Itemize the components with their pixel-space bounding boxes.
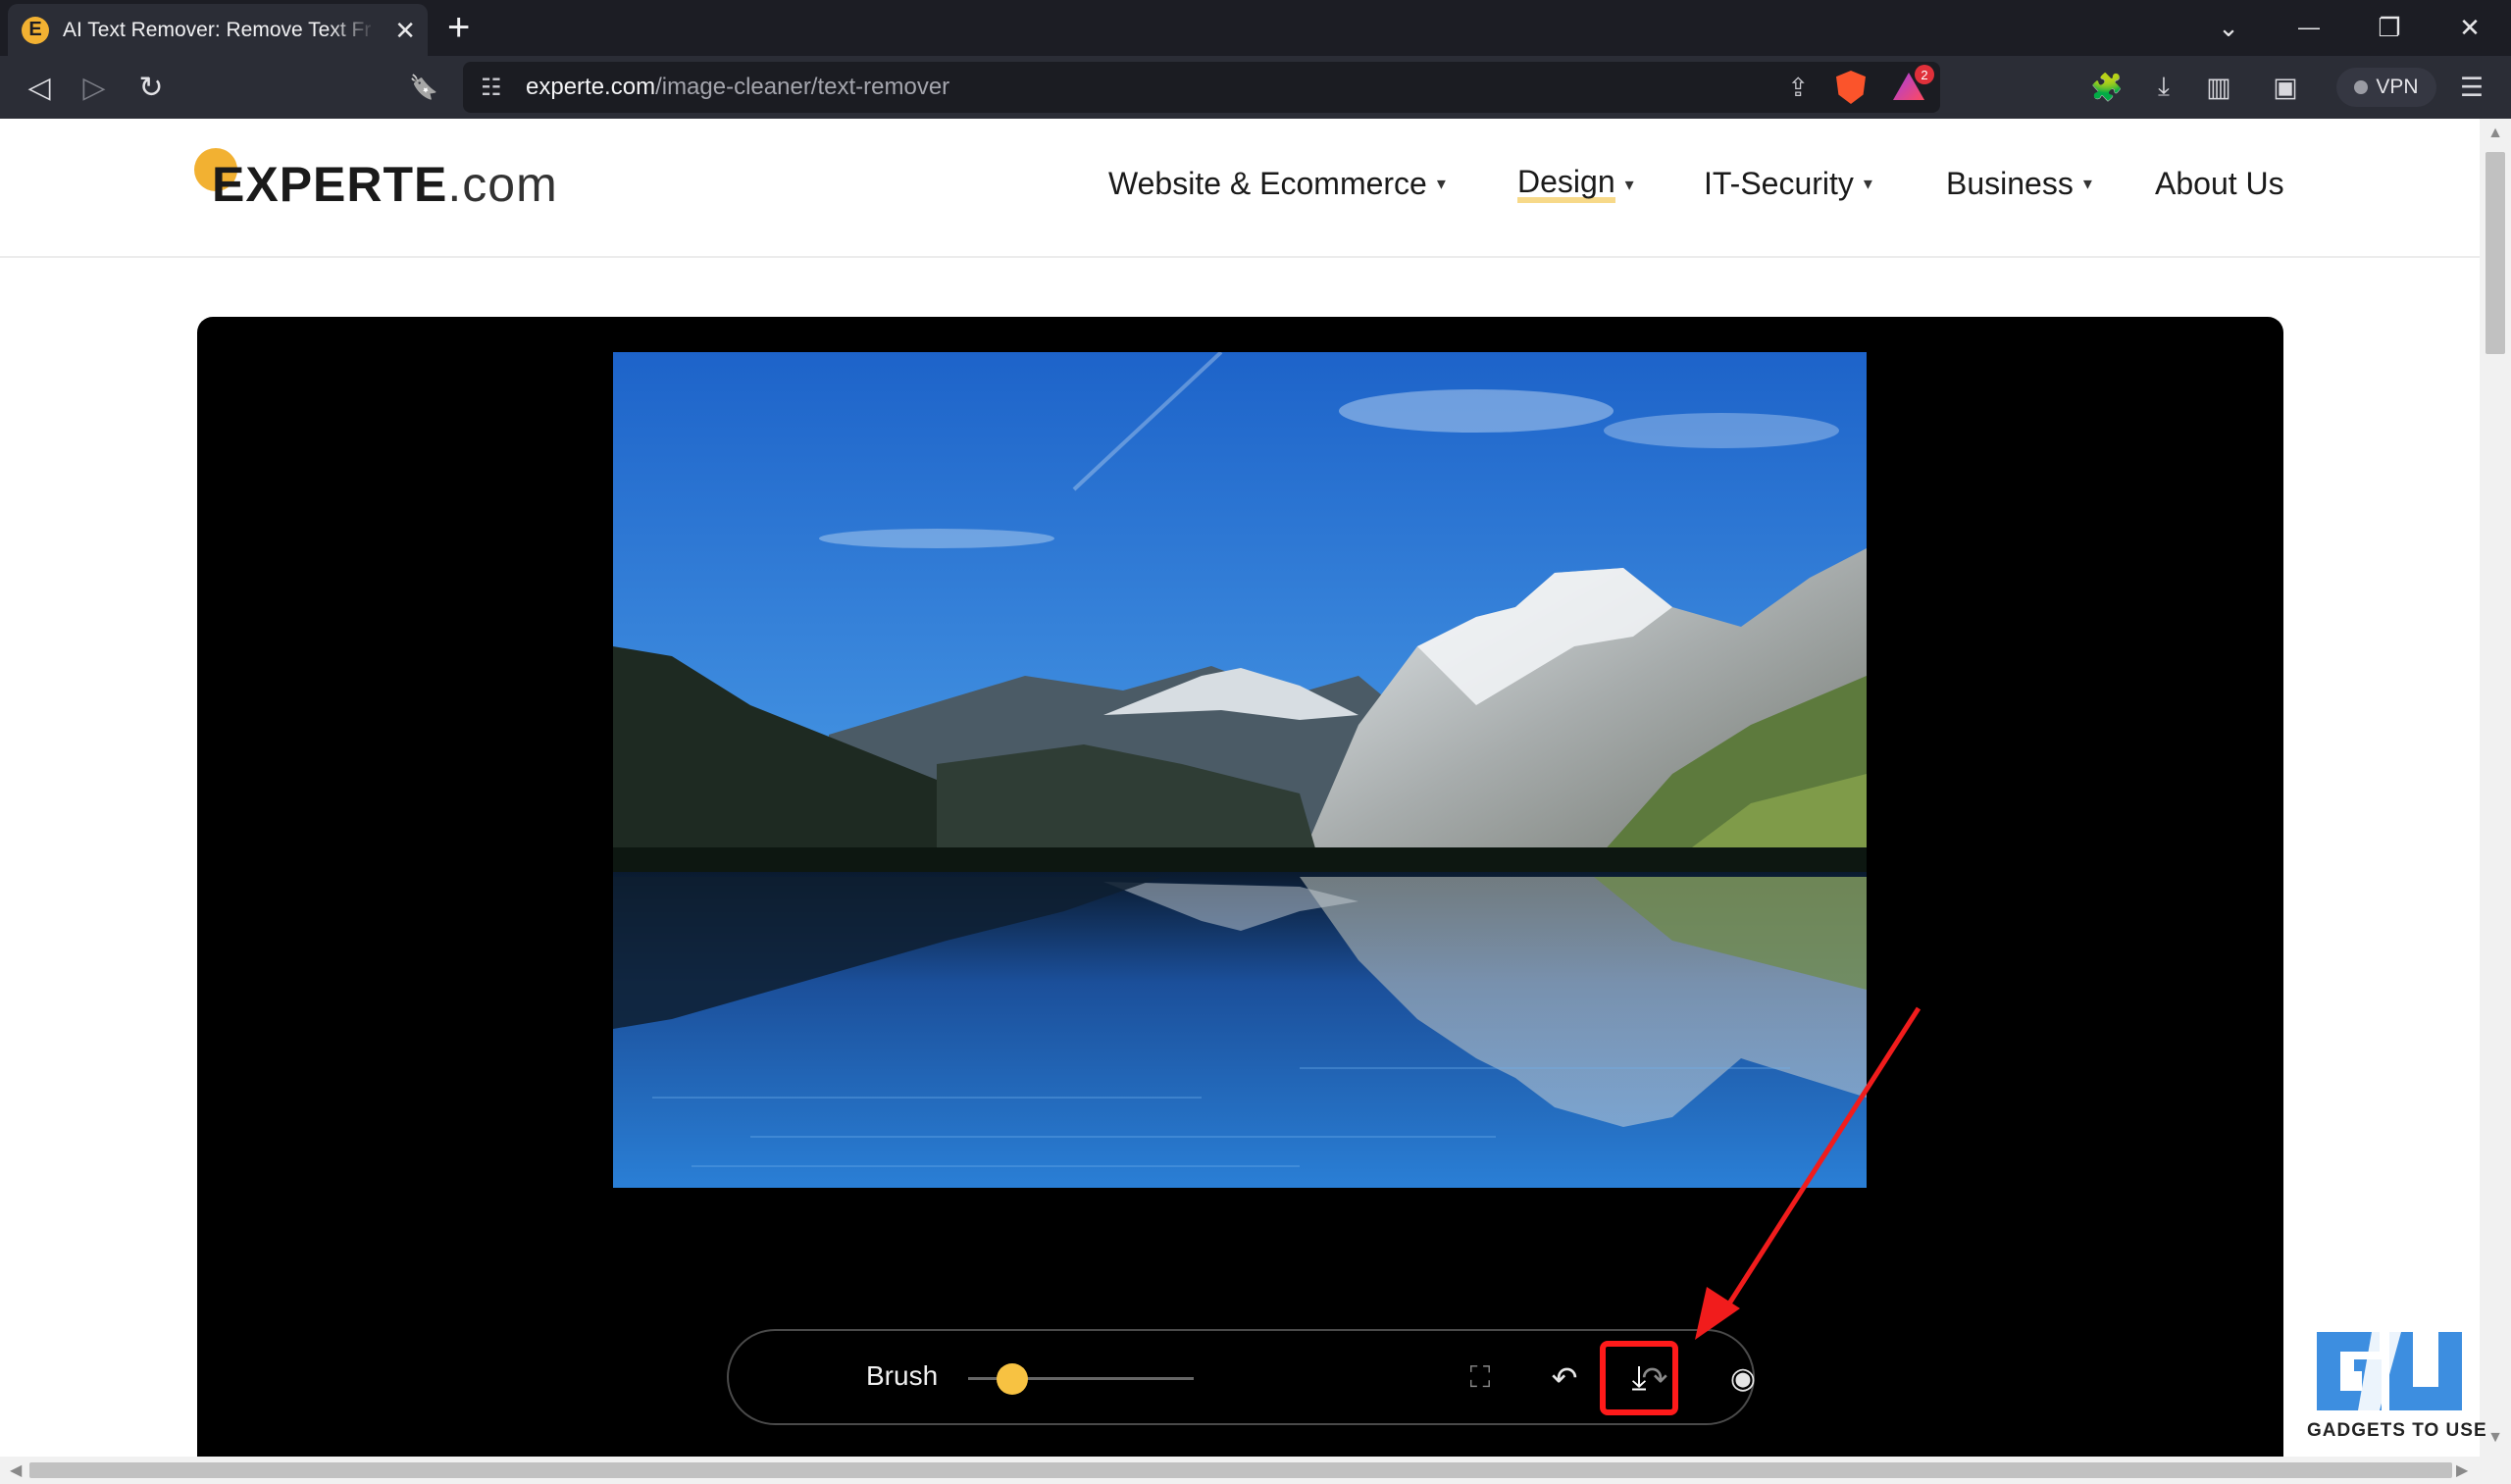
site-header: EXPERTE.com Website & Ecommerce ▾ Design ▾…	[0, 119, 2480, 258]
minimize-button[interactable]: —	[2289, 8, 2329, 47]
vertical-scrollbar[interactable]: ▲ ▼	[2480, 119, 2511, 1484]
nav-label: Website & Ecommerce	[1108, 166, 1427, 201]
horizontal-scrollbar[interactable]: ◀ ▶	[0, 1457, 2480, 1484]
undo-button[interactable]: ↶	[1543, 1356, 1586, 1400]
nav-website-ecommerce[interactable]: Website & Ecommerce ▾	[1108, 166, 1446, 202]
download-icon: ⤓	[1631, 1358, 1647, 1397]
url-text[interactable]: experte.com/image-cleaner/text-remover	[526, 74, 949, 101]
forward-button[interactable]: ▷	[75, 68, 114, 107]
url-host: experte.com	[526, 74, 656, 100]
chevron-down-icon: ▾	[1863, 174, 1872, 193]
scroll-right-icon[interactable]: ▶	[2456, 1460, 2468, 1480]
brush-label: Brush	[866, 1360, 939, 1391]
nav-label: About Us	[2155, 166, 2284, 201]
nav-label: Business	[1946, 166, 2074, 201]
tab-favicon-icon: E	[22, 16, 49, 44]
tab-close-icon[interactable]: ✕	[394, 18, 416, 43]
sidebar-icon[interactable]: ▥	[2199, 68, 2238, 107]
wallet-icon[interactable]: ▣	[2266, 68, 2305, 107]
address-bar-actions: ⇪ 2	[1787, 62, 1934, 113]
rewards-badge: 2	[1915, 65, 1934, 84]
web-page: EXPERTE.com Website & Ecommerce ▾ Design ▾…	[0, 119, 2480, 1457]
back-button[interactable]: ◁	[20, 68, 59, 107]
logo-main: EXPERTE	[212, 157, 448, 212]
vpn-status-icon	[2354, 80, 2369, 94]
download-button[interactable]: ⤓	[1600, 1341, 1678, 1415]
chevron-down-icon: ▾	[1436, 174, 1446, 193]
tab-title: AI Text Remover: Remove Text Fr	[63, 18, 372, 41]
browser-toolbar: ◁ ▷ ↻ 🔖 ☷ experte.com/image-cleaner/text…	[0, 56, 2511, 119]
restore-button[interactable]: ❐	[2370, 8, 2409, 47]
logo-text: EXPERTE.com	[212, 156, 558, 213]
browser-tab-active[interactable]: E AI Text Remover: Remove Text Fr ✕	[8, 4, 428, 56]
watermark: GADGETS TO USE	[2307, 1326, 2487, 1442]
fullscreen-icon[interactable]: ⛶	[1459, 1356, 1502, 1400]
close-window-button[interactable]: ✕	[2450, 8, 2489, 47]
site-info-icon[interactable]: ☷	[481, 74, 514, 102]
brave-rewards-icon[interactable]: 2	[1893, 65, 1934, 102]
new-tab-button[interactable]: +	[447, 8, 470, 47]
extensions-icon[interactable]: 🧩	[2087, 68, 2127, 107]
editor-controls: Brush ⛶ ↶ ↷ ◉ ⤓	[727, 1329, 1756, 1425]
watermark-logo-icon	[2317, 1332, 2462, 1410]
brave-shields-icon[interactable]	[1836, 71, 1866, 104]
vertical-scrollbar-thumb[interactable]	[2485, 152, 2505, 354]
image-editor: Brush ⛶ ↶ ↷ ◉ ⤓	[197, 317, 2283, 1457]
share-icon[interactable]: ⇪	[1787, 73, 1809, 103]
edited-image[interactable]	[613, 352, 1867, 1188]
reload-button[interactable]: ↻	[131, 68, 171, 107]
vpn-button[interactable]: VPN	[2336, 68, 2436, 107]
url-path: /image-cleaner/text-remover	[655, 74, 950, 100]
tab-search-icon[interactable]: ⌄	[2209, 8, 2248, 47]
menu-icon[interactable]: ☰	[2452, 68, 2491, 107]
vpn-label: VPN	[2376, 76, 2419, 98]
nav-about-us[interactable]: About Us	[2155, 166, 2284, 202]
address-bar[interactable]: ☷ experte.com/image-cleaner/text-remover…	[463, 62, 1940, 113]
chevron-down-icon: ▾	[1624, 174, 1634, 194]
watermark-text: GADGETS TO USE	[2307, 1420, 2487, 1441]
brush-size-slider-handle[interactable]	[997, 1363, 1028, 1395]
nav-business[interactable]: Business ▾	[1946, 166, 2092, 202]
browser-tab-bar: E AI Text Remover: Remove Text Fr ✕ + ⌄ …	[0, 0, 2511, 56]
scroll-left-icon[interactable]: ◀	[10, 1460, 22, 1480]
horizontal-scrollbar-thumb[interactable]	[29, 1462, 2452, 1478]
downloads-icon[interactable]: ⤓	[2144, 68, 2183, 107]
preview-eye-icon[interactable]: ◉	[1721, 1356, 1765, 1400]
nav-label: IT-Security	[1704, 166, 1854, 201]
logo-tld: .com	[447, 157, 558, 212]
chevron-down-icon: ▾	[2082, 174, 2092, 193]
scroll-down-icon[interactable]: ▼	[2487, 1429, 2503, 1447]
scroll-up-icon[interactable]: ▲	[2487, 125, 2503, 142]
nav-design[interactable]: Design ▾	[1517, 166, 1634, 203]
bookmark-icon[interactable]: 🔖	[404, 68, 443, 107]
nav-label: Design	[1517, 166, 1615, 203]
nav-it-security[interactable]: IT-Security ▾	[1704, 166, 1872, 202]
